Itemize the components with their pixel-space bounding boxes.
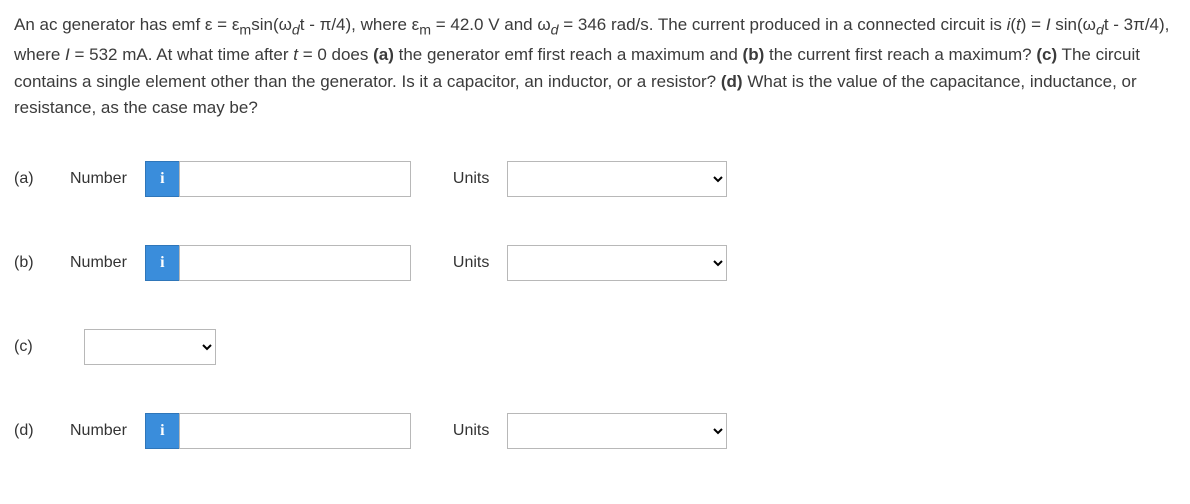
part-label-a: (a) bbox=[14, 167, 70, 192]
number-label: Number bbox=[70, 167, 127, 192]
info-icon[interactable]: i bbox=[145, 413, 179, 449]
number-input-d[interactable] bbox=[179, 413, 411, 449]
answer-row-b: (b) Number i Units bbox=[14, 245, 1176, 281]
units-select-b[interactable] bbox=[507, 245, 727, 281]
question-text: An ac generator has emf ε = εmsin(ωdt - … bbox=[14, 12, 1176, 121]
number-label: Number bbox=[70, 419, 127, 444]
part-label-c: (c) bbox=[14, 335, 70, 360]
units-select-d[interactable] bbox=[507, 413, 727, 449]
number-input-a[interactable] bbox=[179, 161, 411, 197]
part-label-b: (b) bbox=[14, 251, 70, 276]
part-label-d: (d) bbox=[14, 419, 70, 444]
element-select-c[interactable] bbox=[84, 329, 216, 365]
units-label: Units bbox=[453, 167, 489, 192]
units-select-a[interactable] bbox=[507, 161, 727, 197]
answer-row-d: (d) Number i Units bbox=[14, 413, 1176, 449]
answer-row-a: (a) Number i Units bbox=[14, 161, 1176, 197]
info-icon[interactable]: i bbox=[145, 161, 179, 197]
number-label: Number bbox=[70, 251, 127, 276]
info-icon[interactable]: i bbox=[145, 245, 179, 281]
number-input-b[interactable] bbox=[179, 245, 411, 281]
units-label: Units bbox=[453, 251, 489, 276]
units-label: Units bbox=[453, 419, 489, 444]
answer-row-c: (c) bbox=[14, 329, 1176, 365]
